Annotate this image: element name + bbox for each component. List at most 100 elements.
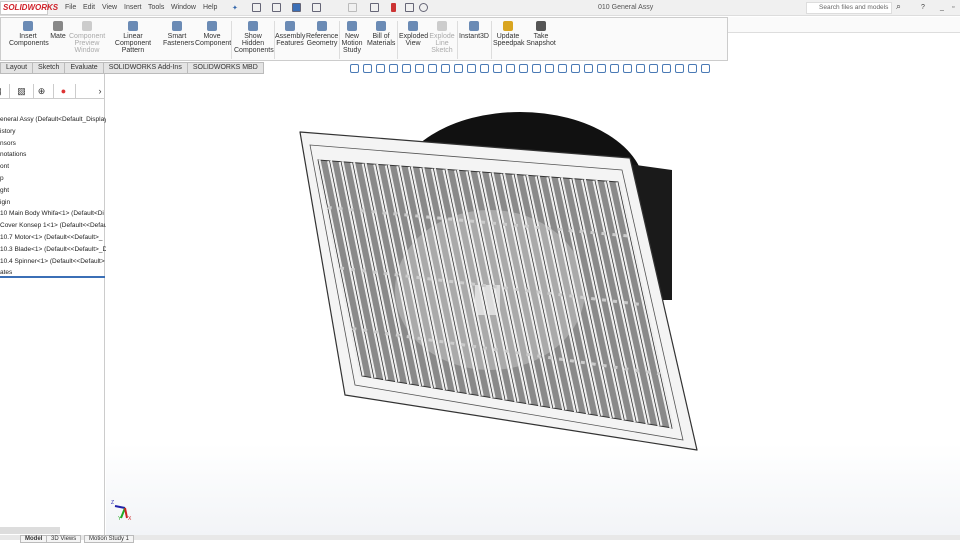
tab-layout[interactable]: Layout [0,62,34,74]
view-tool-icon[interactable] [610,64,619,73]
view-tool-icon[interactable] [701,64,710,73]
new-motion-study-button[interactable]: New Motion Study [340,21,364,54]
tree-item[interactable]: ont [0,163,9,170]
menu-insert[interactable]: Insert [124,4,142,11]
menu-view[interactable]: View [102,4,117,11]
solidworks-logo[interactable]: SOLIDWORKS [0,1,58,15]
view-tool-icon[interactable] [389,64,398,73]
view-tool-icon[interactable] [571,64,580,73]
menu-window[interactable]: Window [171,4,196,11]
panel-tabs: ▤ ▧ ⊕ ● › [0,84,105,99]
print-icon[interactable] [312,3,321,12]
tree-item[interactable]: igin [0,199,10,206]
tab-model[interactable]: Model [20,535,48,543]
tree-item[interactable]: notations [0,151,26,158]
view-tool-icon[interactable] [636,64,645,73]
tab-solidworks-mbd[interactable]: SOLIDWORKS MBD [186,62,264,74]
file-properties-icon[interactable] [405,3,414,12]
document-title: 010 General Assy [598,4,654,11]
tab-evaluate[interactable]: Evaluate [64,62,104,74]
exploded-view-button[interactable]: Exploded View [399,21,428,47]
show-hidden-components-button[interactable]: Show Hidden Components [234,21,274,54]
undo-icon[interactable] [348,3,357,12]
tab-sketch[interactable]: Sketch [32,62,66,74]
smart-fasteners-button[interactable]: Smart Fasteners [163,21,194,47]
assembly-features-button[interactable]: Assembly Features [275,21,305,47]
instant3d-button[interactable]: Instant3D [459,21,489,40]
horizontal-scrollbar[interactable] [0,527,60,534]
view-tool-icon[interactable] [454,64,463,73]
select-icon[interactable] [370,3,379,12]
minimize-icon[interactable]: _ [940,4,944,11]
configuration-manager-tab[interactable]: ⊕ [30,84,54,99]
tree-item[interactable]: 10.4 Spinner<1> (Default<<Default> [0,258,105,265]
view-tool-icon[interactable] [350,64,359,73]
view-tool-icon[interactable] [441,64,450,73]
tree-item[interactable]: 10.7 Motor<1> (Default<<Default>_ [0,234,102,241]
display-manager-tab[interactable]: ● [52,84,76,99]
tab-solidworks-add-ins[interactable]: SOLIDWORKS Add-Ins [102,62,188,74]
view-tool-icon[interactable] [376,64,385,73]
update-speedpak-button[interactable]: Update Speedpak [493,21,525,47]
component-preview-window-button[interactable]: Component Preview Window [69,21,105,54]
menu-edit[interactable]: Edit [83,4,95,11]
new-file-icon[interactable] [252,3,261,12]
tree-item[interactable]: eneral Assy (Default<Default_Display S [0,116,114,123]
bom-icon [376,21,386,31]
rebuild-icon[interactable] [391,3,396,12]
tree-item[interactable]: istory [0,128,16,135]
view-tool-icon[interactable] [584,64,593,73]
search-icon[interactable]: ⌕ [896,1,901,12]
restore-icon[interactable]: ▫ [952,4,954,11]
view-tool-icon[interactable] [506,64,515,73]
tree-item[interactable]: Cover Konsep 1<1> (Default<<Defau [0,222,107,229]
menu-help[interactable]: Help [203,4,217,11]
view-tool-icon[interactable] [493,64,502,73]
linear-component-pattern-button[interactable]: Linear Component Pattern [107,21,159,54]
graphics-area[interactable]: Z Y X [106,74,960,536]
pin-icon[interactable]: ✦ [232,4,238,12]
tab-3d-views[interactable]: 3D Views [46,535,82,543]
view-tool-icon[interactable] [675,64,684,73]
view-tool-icon[interactable] [688,64,697,73]
help-icon[interactable]: ? [921,4,925,11]
view-tool-icon[interactable] [597,64,606,73]
tree-item[interactable]: nsors [0,140,16,147]
tree-item[interactable]: ght [0,187,9,194]
mate-button[interactable]: Mate [49,21,67,40]
reference-geometry-button[interactable]: Reference Geometry [306,21,338,47]
mate-paperclip-icon [53,21,63,31]
preview-window-icon [82,21,92,31]
pattern-icon [128,21,138,31]
tab-motion-study-1[interactable]: Motion Study 1 [84,535,135,543]
menu-file[interactable]: File [65,4,76,11]
command-tabs: Layout Sketch Evaluate SOLIDWORKS Add-In… [0,62,264,74]
explode-line-sketch-button[interactable]: Explode Line Sketch [429,21,455,54]
bill-of-materials-button[interactable]: Bill of Materials [367,21,395,47]
view-tool-icon[interactable] [428,64,437,73]
view-tool-icon[interactable] [623,64,632,73]
view-tool-icon[interactable] [558,64,567,73]
move-component-button[interactable]: Move Component [195,21,231,47]
view-tool-icon[interactable] [363,64,372,73]
feature-manager-tab[interactable]: ▤ [0,84,10,99]
search-input[interactable]: Search files and models [806,2,892,14]
take-snapshot-button[interactable]: Take Snapshot [526,21,556,47]
save-icon[interactable] [292,3,301,12]
view-tool-icon[interactable] [480,64,489,73]
open-file-icon[interactable] [272,3,281,12]
view-tool-icon[interactable] [532,64,541,73]
view-tool-icon[interactable] [519,64,528,73]
view-tool-icon[interactable] [415,64,424,73]
view-tool-icon[interactable] [662,64,671,73]
view-tool-icon[interactable] [545,64,554,73]
options-gear-icon[interactable] [419,3,428,12]
menu-tools[interactable]: Tools [148,4,164,11]
view-tool-icon[interactable] [649,64,658,73]
view-tool-icon[interactable] [402,64,411,73]
tree-item[interactable]: 10 Main Body Whifa<1> (Default<Di [0,210,104,217]
tree-item[interactable]: 10.3 Blade<1> (Default<<Default>_D [0,246,107,253]
view-tool-icon[interactable] [467,64,476,73]
insert-components-button[interactable]: Insert Components [9,21,49,47]
tree-item[interactable]: p [0,175,4,182]
